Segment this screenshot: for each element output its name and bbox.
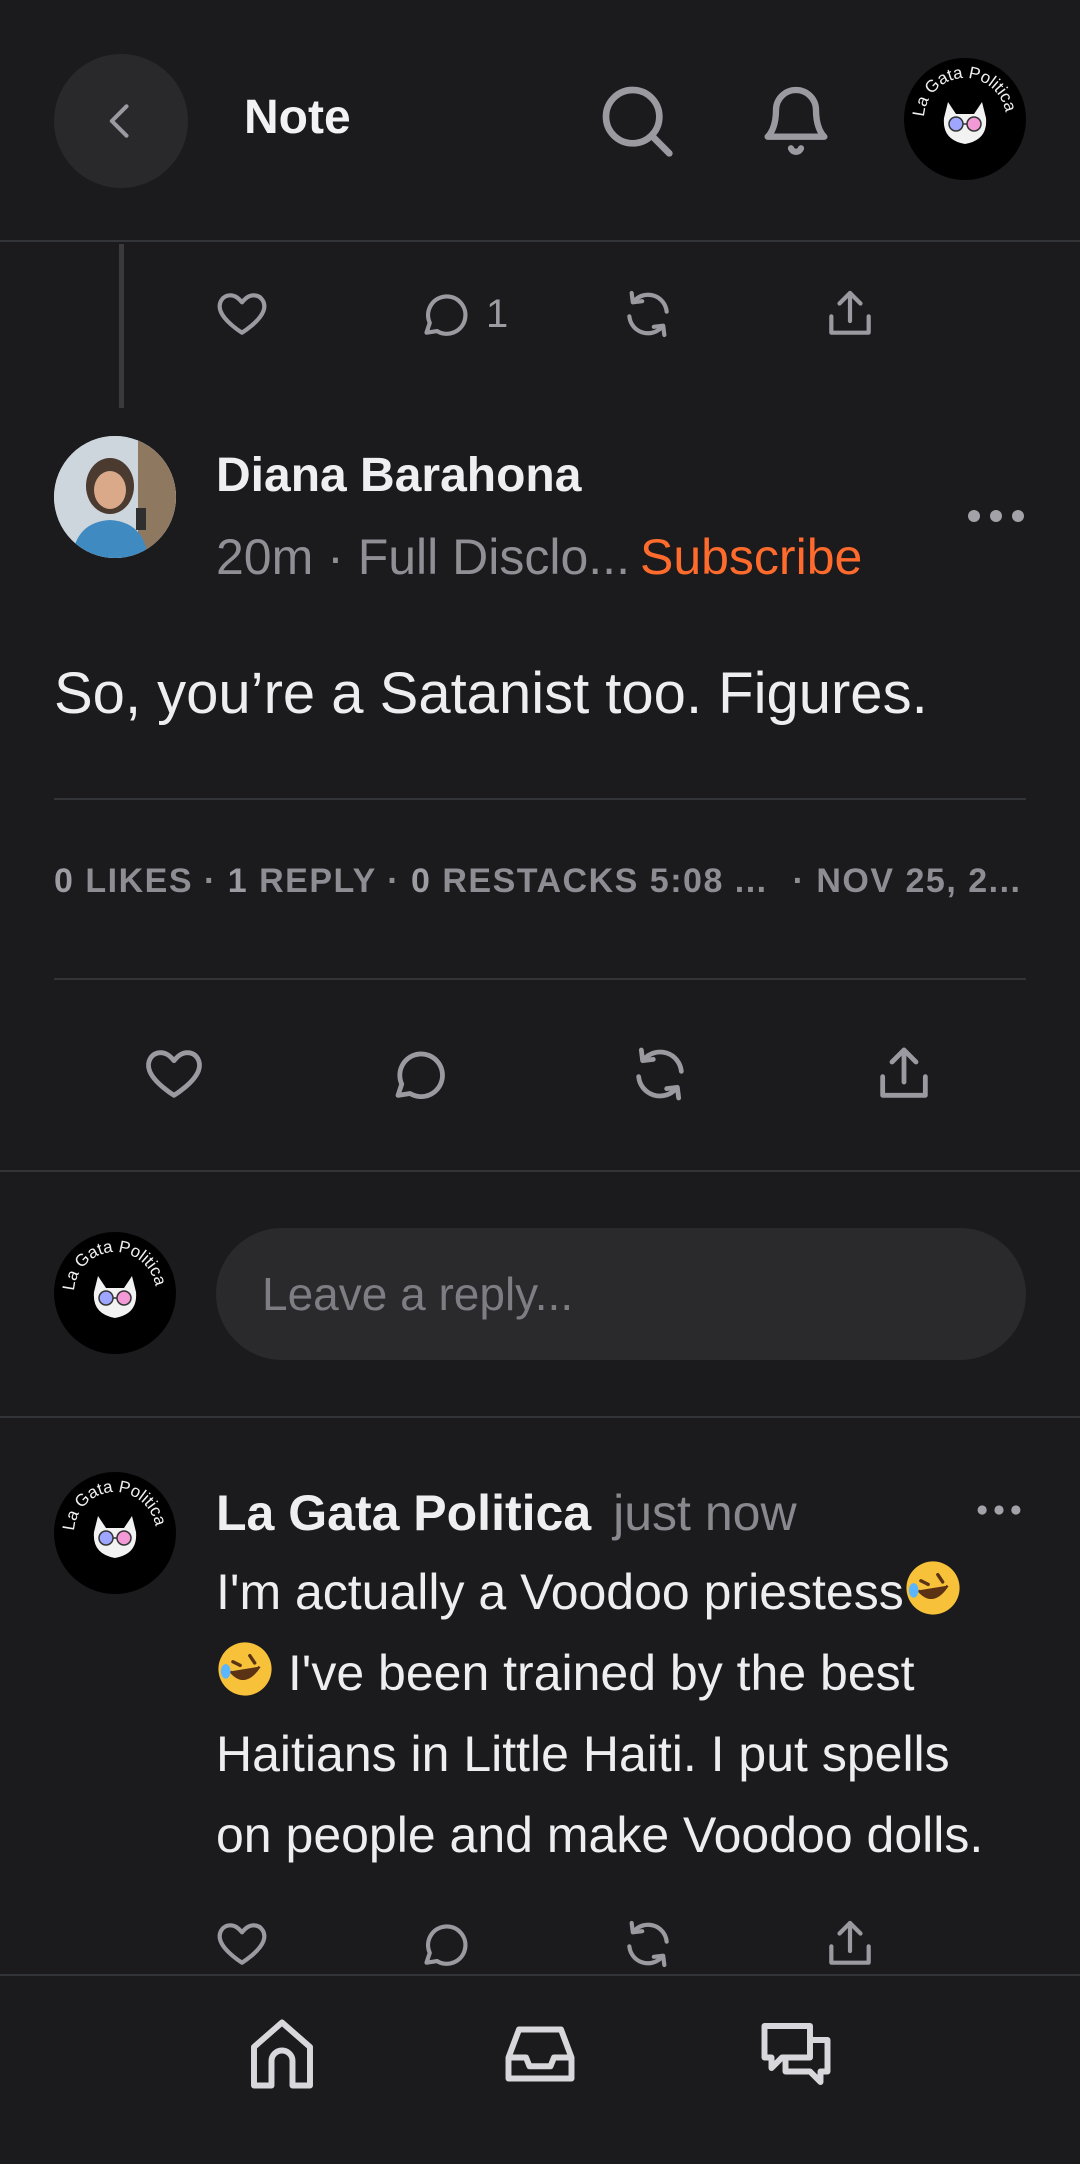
- bottom-navigation: [0, 1974, 1080, 2164]
- comment-text-part2: I've been trained by the best Haitians i…: [216, 1645, 984, 1863]
- restacks-label[interactable]: RESTACKS: [442, 862, 639, 900]
- meta-separator: ·: [313, 529, 358, 585]
- more-dots-icon[interactable]: [976, 1502, 1022, 1518]
- page-title: Note: [244, 91, 351, 144]
- restack-icon: [627, 1920, 669, 1968]
- post-stats: 0 LIKES · 1 REPLY · 0 RESTACKS 5:08 ... …: [54, 862, 1021, 901]
- likes-label[interactable]: LIKES: [85, 862, 193, 900]
- comment-text-part1: I'm actually a Voodoo priestess: [216, 1564, 904, 1620]
- share-button[interactable]: [872, 1042, 936, 1106]
- comment-bubble-icon: [424, 294, 468, 336]
- stats-dot: ·: [203, 862, 217, 900]
- comment-reply-button[interactable]: [416, 1916, 472, 1972]
- comment-restack-button[interactable]: [620, 1916, 676, 1972]
- subscribe-button[interactable]: Subscribe: [640, 529, 862, 585]
- parent-restack-button[interactable]: [620, 286, 676, 342]
- restack-button[interactable]: [628, 1042, 692, 1106]
- post-time: 20m: [216, 529, 314, 585]
- post-meta: 20m · Full Disclo... Subscribe: [216, 528, 862, 586]
- heart-icon: [146, 1050, 202, 1098]
- replies-label[interactable]: REPLY: [259, 862, 376, 900]
- note-page: Note La Gata Politica 1 Diana Barahona 2…: [0, 0, 1080, 2164]
- top-app-bar: Note La Gata Politica: [0, 0, 1080, 242]
- back-button[interactable]: [54, 54, 188, 188]
- restacks-count: 0: [410, 862, 432, 900]
- profile-avatar-button[interactable]: La Gata Politica: [904, 58, 1026, 180]
- comment-body: I'm actually a Voodoo priestess I've bee…: [216, 1552, 1016, 1876]
- heart-icon: [217, 1923, 267, 1965]
- comment-author-avatar[interactable]: La Gata Politica: [54, 1472, 176, 1594]
- comment-time: just now: [613, 1485, 797, 1541]
- parent-comment-button[interactable]: 1: [416, 286, 508, 342]
- replies-count: 1: [227, 862, 249, 900]
- post-author-name[interactable]: Diana Barahona: [216, 448, 581, 503]
- la-gata-politica-logo: La Gata Politica: [905, 59, 1025, 179]
- thread-connector-line: [119, 244, 124, 408]
- stats-dot: ·: [792, 862, 806, 900]
- la-gata-politica-logo: La Gata Politica: [55, 1473, 175, 1593]
- share-icon: [829, 1920, 871, 1965]
- likes-count: 0: [54, 862, 75, 900]
- restack-icon: [636, 1047, 684, 1101]
- post-body-text: So, you’re a Satanist too. Figures.: [54, 661, 928, 726]
- post-timestamp: 5:08 ...: [649, 862, 768, 900]
- parent-like-button[interactable]: [214, 286, 270, 342]
- parent-share-button[interactable]: [822, 286, 878, 342]
- rolling-laughing-emoji-icon: [218, 1642, 272, 1696]
- parent-reply-count: 1: [486, 291, 509, 336]
- search-icon[interactable]: [596, 80, 676, 160]
- comment-bubble-icon: [395, 1051, 445, 1099]
- comment-author-row: La Gata Politica just now: [216, 1484, 797, 1542]
- comment-like-button[interactable]: [214, 1916, 270, 1972]
- home-icon[interactable]: [240, 2012, 324, 2096]
- more-dots-icon[interactable]: [966, 506, 1026, 526]
- author-photo: [54, 436, 176, 558]
- comment-bubble-icon: [424, 1924, 468, 1966]
- rolling-laughing-emoji-icon: [906, 1561, 960, 1615]
- share-icon: [880, 1047, 928, 1098]
- like-button[interactable]: [142, 1042, 206, 1106]
- comment-button[interactable]: [386, 1042, 450, 1106]
- divider: [54, 978, 1026, 980]
- share-icon: [829, 290, 871, 335]
- comment-share-button[interactable]: [822, 1916, 878, 1972]
- post-date: NOV 25, 2...: [816, 862, 1022, 900]
- la-gata-politica-logo: La Gata Politica: [55, 1233, 175, 1353]
- chevron-left-icon: [109, 104, 129, 138]
- bell-icon[interactable]: [756, 80, 836, 160]
- inbox-icon[interactable]: [498, 2012, 582, 2096]
- reply-input[interactable]: [216, 1228, 1026, 1360]
- restack-icon: [627, 290, 669, 338]
- divider: [54, 798, 1026, 800]
- heart-icon: [217, 293, 267, 335]
- section-divider: [0, 1170, 1080, 1172]
- comment-author-name[interactable]: La Gata Politica: [216, 1485, 591, 1541]
- my-avatar: La Gata Politica: [54, 1232, 176, 1354]
- publication-name[interactable]: Full Disclo...: [358, 529, 630, 585]
- chat-icon[interactable]: [754, 2012, 838, 2096]
- author-avatar[interactable]: [54, 436, 176, 558]
- stats-dot: ·: [387, 862, 401, 900]
- section-divider: [0, 1416, 1080, 1418]
